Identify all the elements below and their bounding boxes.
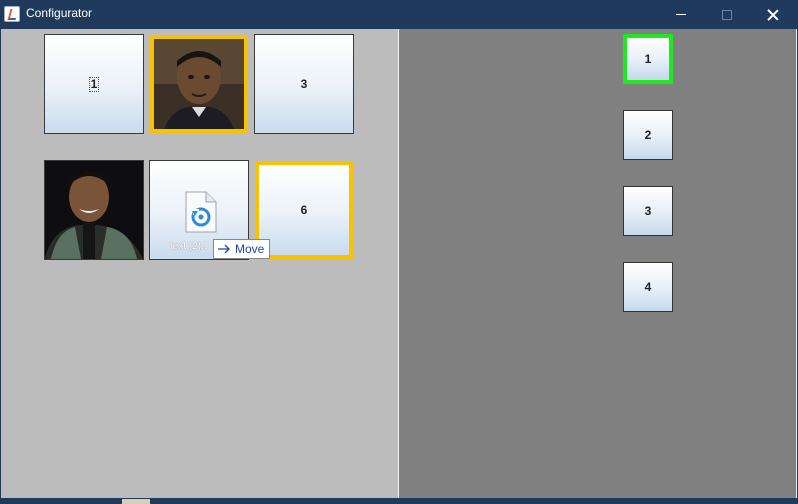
taskbar-strip bbox=[0, 498, 798, 504]
number-list-panel: 1 2 3 4 bbox=[399, 29, 796, 498]
smiling-photo-icon bbox=[45, 161, 143, 259]
minimize-button[interactable] bbox=[658, 0, 704, 29]
close-button[interactable] bbox=[750, 0, 796, 29]
number-button-3[interactable]: 3 bbox=[623, 186, 673, 236]
tile-label: 3 bbox=[300, 77, 308, 91]
tile-photo-portrait[interactable] bbox=[150, 35, 248, 133]
arrow-right-icon bbox=[218, 244, 230, 254]
tooltip-label: Move bbox=[235, 242, 265, 256]
number-button-2[interactable]: 2 bbox=[623, 110, 673, 160]
tile-label: 6 bbox=[300, 203, 308, 217]
tile-3[interactable]: 3 bbox=[254, 34, 354, 134]
maximize-icon bbox=[722, 9, 732, 20]
window-title: Configurator bbox=[26, 6, 93, 20]
portrait-photo-icon bbox=[154, 39, 244, 129]
maximize-button[interactable] bbox=[704, 0, 750, 29]
tile-label: 1 bbox=[88, 76, 100, 92]
button-label: 3 bbox=[644, 204, 652, 218]
button-label: 1 bbox=[644, 52, 652, 66]
taskbar-item bbox=[122, 499, 150, 504]
tile-photo-smiling[interactable] bbox=[44, 160, 144, 260]
content-area: 1 3 text (2).t 6 Move 1 2 3 4 bbox=[1, 29, 797, 498]
number-button-4[interactable]: 4 bbox=[623, 262, 673, 312]
button-label: 4 bbox=[644, 280, 652, 294]
button-label: 2 bbox=[644, 128, 652, 142]
title-bar: Configurator bbox=[0, 0, 798, 29]
close-icon bbox=[767, 9, 779, 21]
tile-grid-panel: 1 3 text (2).t 6 Move bbox=[1, 29, 398, 498]
java-cup-icon bbox=[4, 6, 20, 22]
number-button-1[interactable]: 1 bbox=[623, 34, 673, 84]
drag-move-tooltip: Move bbox=[213, 239, 271, 259]
file-sync-icon bbox=[184, 191, 218, 233]
file-name-label: text (2).t bbox=[170, 241, 207, 252]
tile-1[interactable]: 1 bbox=[44, 34, 144, 134]
minimize-icon bbox=[676, 14, 686, 15]
